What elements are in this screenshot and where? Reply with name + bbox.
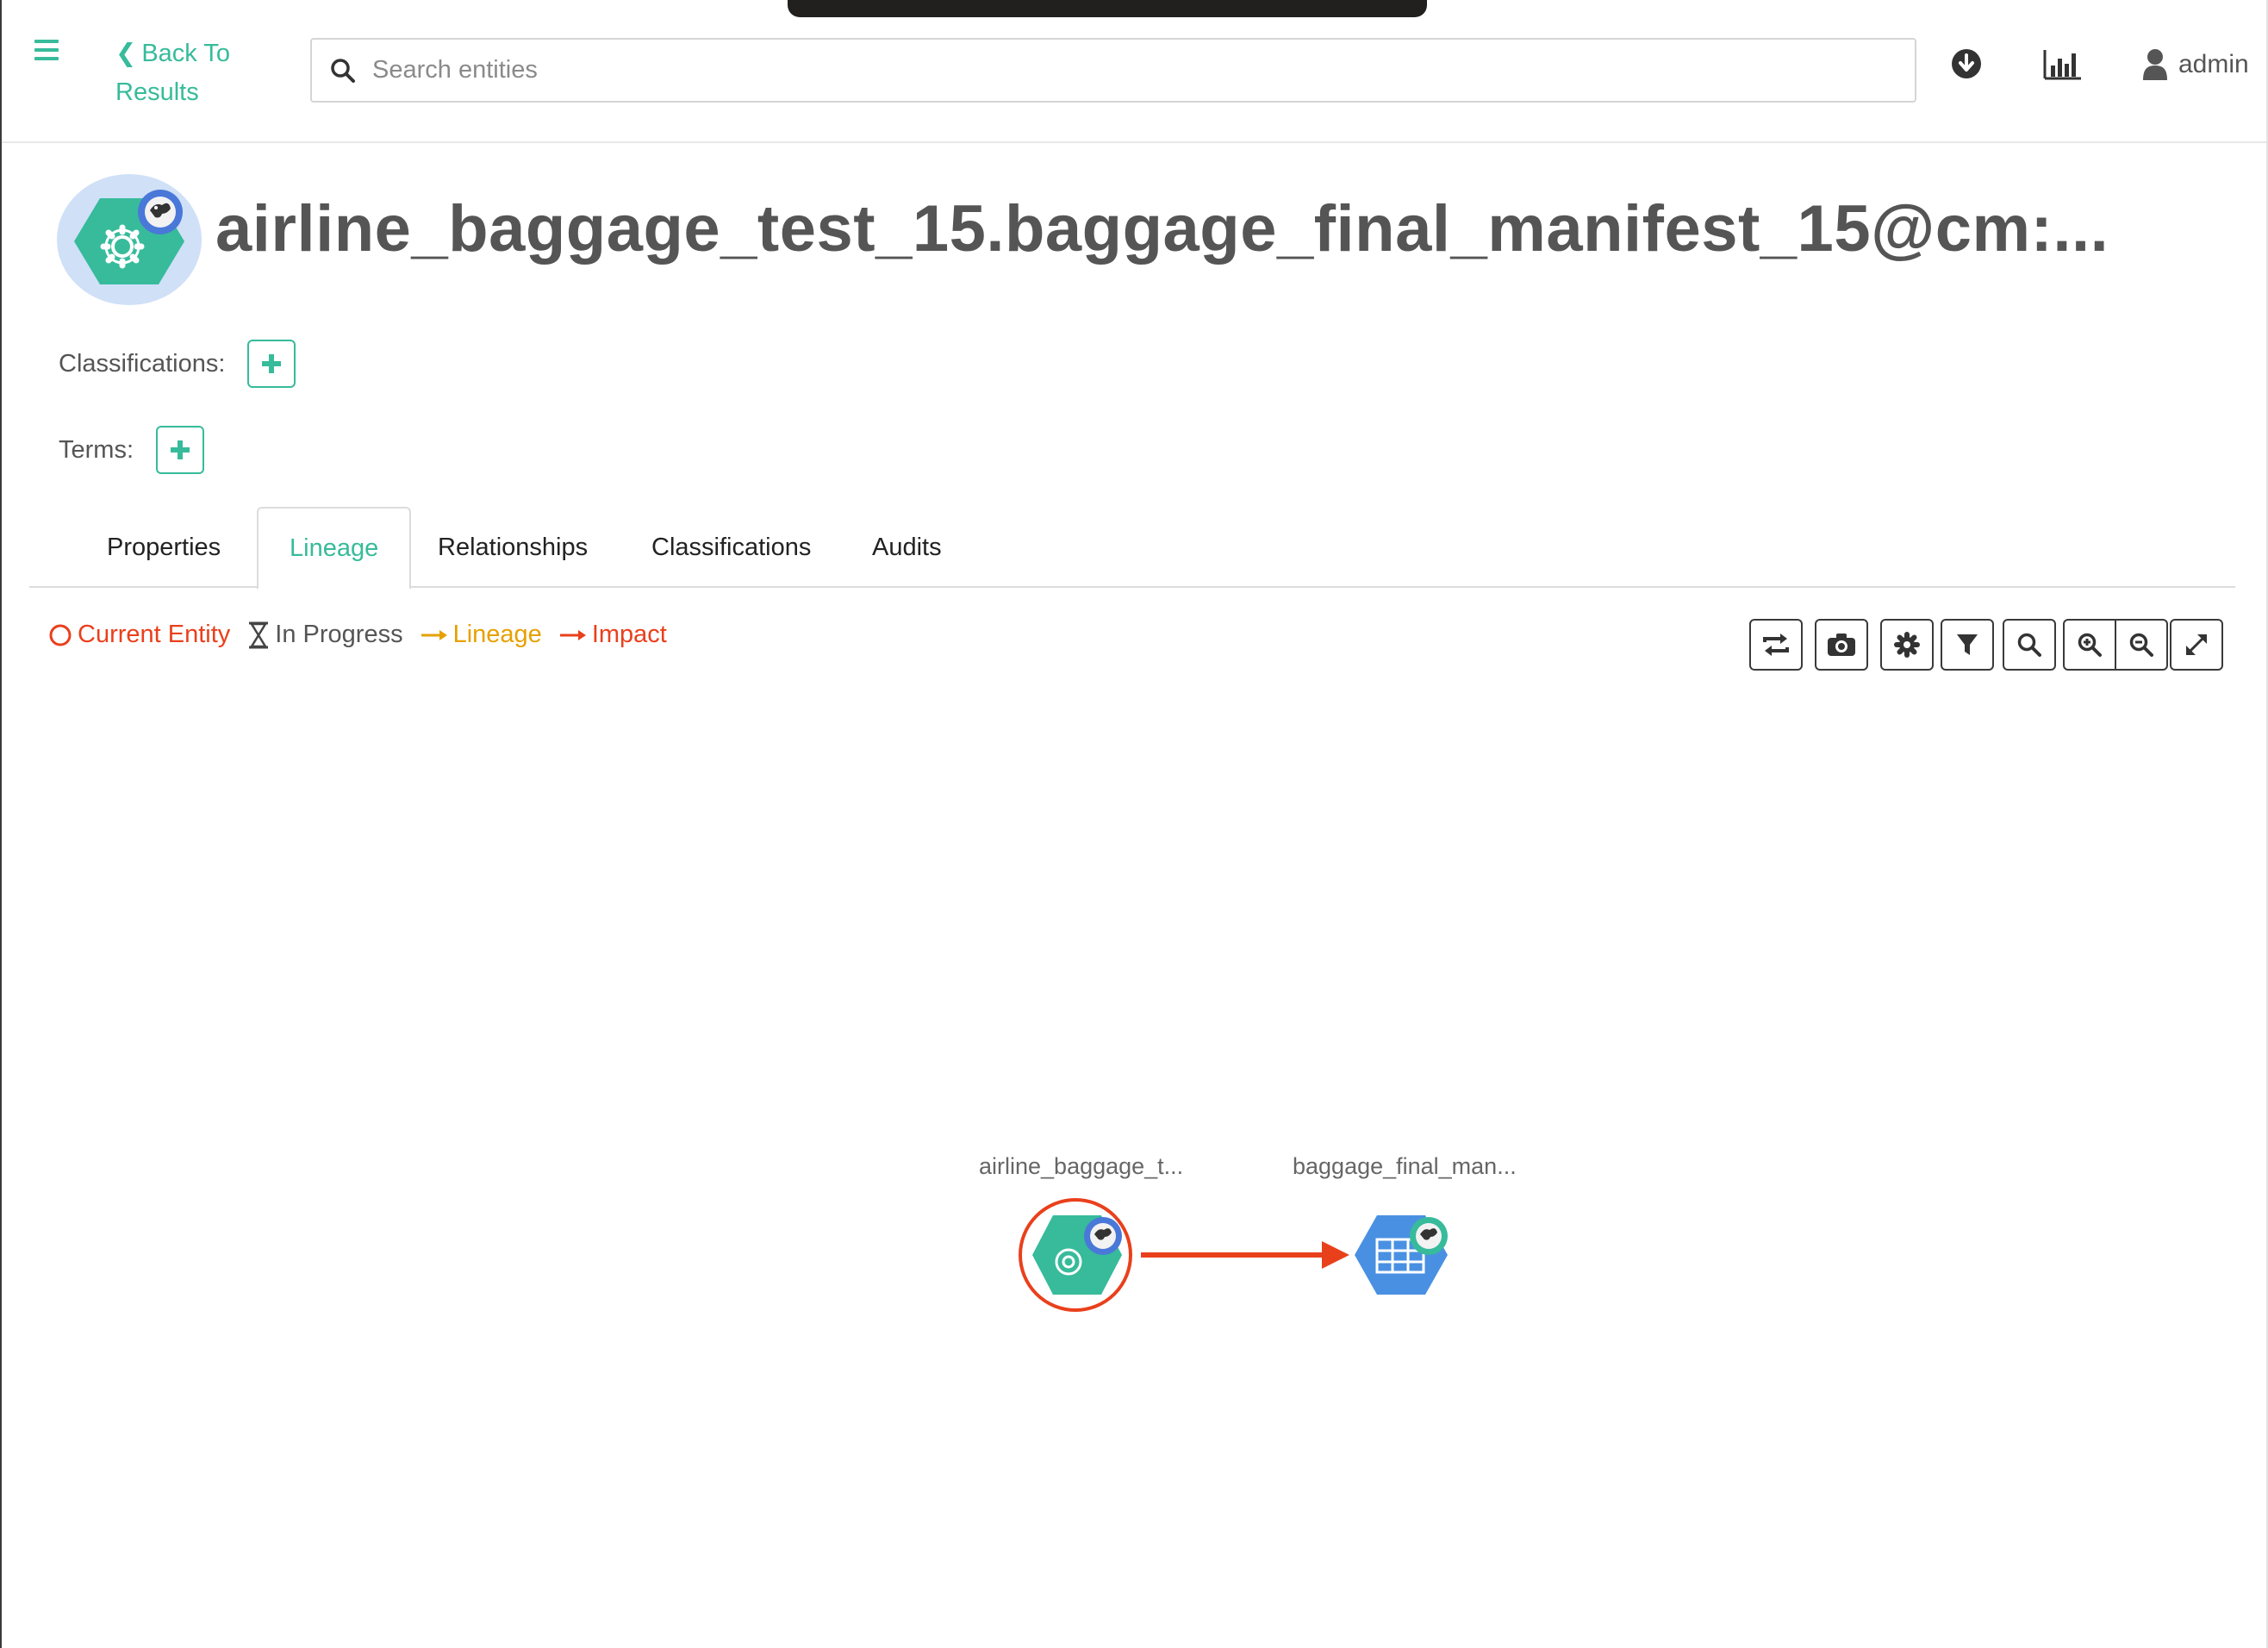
classifications-row: Classifications: xyxy=(59,340,296,388)
zoom-in-icon xyxy=(2078,633,2102,657)
search-icon xyxy=(331,58,355,83)
search-input[interactable] xyxy=(372,56,1889,84)
search-icon xyxy=(2017,633,2041,657)
user-icon xyxy=(2143,49,2167,80)
zoom-in-button[interactable] xyxy=(2063,619,2116,671)
zoom-out-icon xyxy=(2129,633,2153,657)
arrow-right-icon xyxy=(559,629,586,640)
back-label-line2: Results xyxy=(115,78,199,106)
top-header: ❮Back To Results admin xyxy=(2,0,2266,143)
legend-lineage-label: Lineage xyxy=(452,621,542,648)
arrow-right-icon xyxy=(421,629,447,640)
back-to-results-link[interactable]: ❮ Back To Results xyxy=(115,34,230,112)
classifications-label: Classifications: xyxy=(59,349,226,378)
plus-icon xyxy=(262,354,282,373)
device-notch xyxy=(788,0,1427,17)
bar-chart-icon[interactable] xyxy=(2042,48,2082,81)
entity-title: airline_baggage_test_15.baggage_final_ma… xyxy=(215,192,2109,265)
lineage-graph[interactable]: airline_baggage_t... baggage_final_man..… xyxy=(0,690,2268,1646)
gear-icon xyxy=(1894,632,1920,658)
circle-outline-icon xyxy=(49,624,72,646)
plus-icon xyxy=(171,440,190,459)
tab-classifications[interactable]: Classifications xyxy=(620,507,842,588)
lineage-edge-impact[interactable] xyxy=(1141,1241,1349,1269)
legend-in-progress-label: In Progress xyxy=(275,621,403,648)
retweet-icon xyxy=(1763,634,1789,656)
lineage-graph-canvas xyxy=(1019,1198,1448,1312)
export-image-button[interactable] xyxy=(1815,619,1868,671)
tab-relationships[interactable]: Relationships xyxy=(407,507,619,588)
add-term-button[interactable] xyxy=(156,426,204,474)
user-menu[interactable]: admin xyxy=(2142,48,2249,81)
camera-icon xyxy=(1828,634,1855,656)
tab-audits[interactable]: Audits xyxy=(841,507,973,588)
zoom-out-button[interactable] xyxy=(2115,619,2168,671)
lineage-node-table[interactable] xyxy=(1355,1215,1448,1295)
refresh-button[interactable] xyxy=(1749,619,1803,671)
fullscreen-button[interactable] xyxy=(2170,619,2223,671)
legend-lineage: Lineage xyxy=(421,621,542,649)
settings-button[interactable] xyxy=(1880,619,1934,671)
legend-impact-label: Impact xyxy=(591,621,667,648)
add-classification-button[interactable] xyxy=(247,340,296,388)
hourglass-icon xyxy=(249,621,269,648)
download-icon[interactable] xyxy=(1951,48,1982,79)
terms-row: Terms: xyxy=(59,426,204,474)
chevron-left-icon: ❮ xyxy=(115,40,137,67)
lineage-node-process[interactable] xyxy=(1019,1198,1132,1312)
back-label-line1: Back To xyxy=(141,40,230,67)
terms-label: Terms: xyxy=(59,435,134,464)
tab-properties[interactable]: Properties xyxy=(76,507,252,588)
filter-button[interactable] xyxy=(1941,619,1994,671)
tab-lineage[interactable]: Lineage xyxy=(257,507,412,590)
legend-impact: Impact xyxy=(559,621,667,649)
search-box[interactable] xyxy=(310,38,1916,103)
user-name: admin xyxy=(2178,50,2249,78)
menu-toggle-icon[interactable] xyxy=(34,40,59,60)
lineage-legend: Current Entity In Progress Lineage Impac… xyxy=(48,621,684,649)
legend-current-entity: Current Entity xyxy=(48,621,230,649)
entity-type-icon xyxy=(57,172,203,307)
entity-tabs: Properties Lineage Relationships Classif… xyxy=(29,507,2235,590)
search-graph-button[interactable] xyxy=(2003,619,2056,671)
filter-icon xyxy=(1957,634,1978,655)
legend-in-progress: In Progress xyxy=(247,621,403,649)
legend-current-entity-label: Current Entity xyxy=(78,621,231,648)
expand-icon xyxy=(2186,634,2207,655)
